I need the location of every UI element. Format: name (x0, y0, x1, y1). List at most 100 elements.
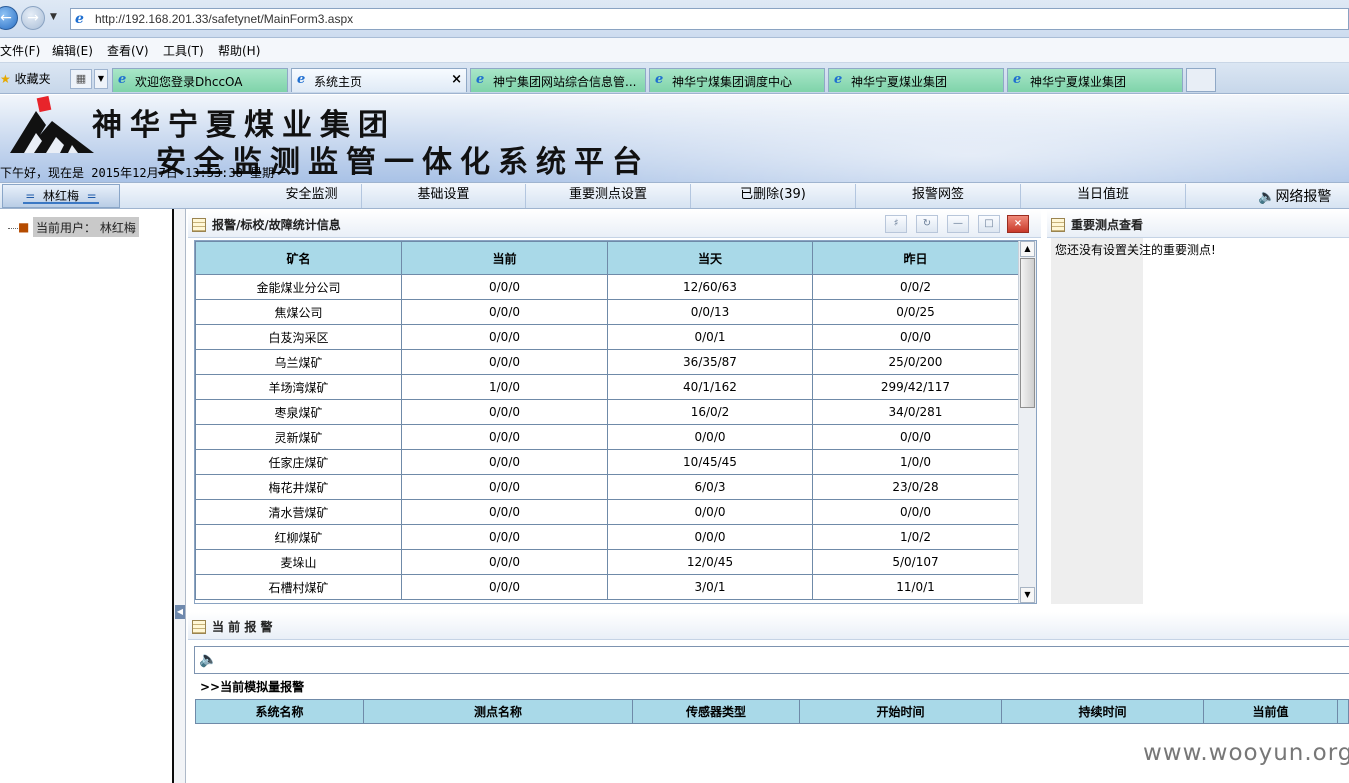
nav-deleted[interactable]: 已删除(39) (691, 184, 856, 208)
browser-tab-2[interactable]: e 系统主页 × (291, 68, 467, 92)
table-cell: 0/0/0 (401, 324, 608, 350)
column-header-sensor-type[interactable]: 传感器类型 (632, 699, 800, 724)
tab-underline (23, 202, 99, 204)
menu-tools[interactable]: 工具(T) (163, 42, 204, 59)
nav-important-points-settings[interactable]: 重要测点设置 (526, 184, 691, 208)
table-row[interactable]: 石槽村煤矿 0/0/0 3/0/1 11/0/1 (195, 574, 1019, 600)
menu-help[interactable]: 帮助(H) (218, 42, 260, 59)
table-row[interactable]: 焦煤公司 0/0/0 0/0/13 0/0/25 (195, 299, 1019, 325)
table-row[interactable]: 任家庄煤矿 0/0/0 10/45/45 1/0/0 (195, 449, 1019, 475)
nav-alarm-signoff[interactable]: 报警网签 (856, 184, 1021, 208)
column-header-system-name[interactable]: 系统名称 (195, 699, 364, 724)
table-cell: 红柳煤矿 (195, 524, 402, 550)
menu-view[interactable]: 查看(V) (107, 42, 149, 59)
notepad-icon (192, 620, 206, 634)
table-row[interactable]: 羊场湾煤矿 1/0/0 40/1/162 299/42/117 (195, 374, 1019, 400)
table-row[interactable]: 清水营煤矿 0/0/0 0/0/0 0/0/0 (195, 499, 1019, 525)
scroll-down-icon[interactable]: ▼ (1020, 587, 1035, 603)
collapse-arrow-icon[interactable]: ◀ (175, 605, 185, 619)
stats-table: 矿名 当前 当天 昨日 金能煤业分公司 0/0/0 12/60/63 0/0/2 焦煤公… (195, 241, 1019, 600)
column-header-extra (1337, 699, 1349, 724)
user-tab[interactable]: = 林红梅 = (2, 184, 120, 208)
current-user-name: 林红梅 (99, 221, 136, 235)
speaker-icon[interactable]: 🔈 (199, 650, 218, 668)
stats-table-container: 矿名 当前 当天 昨日 金能煤业分公司 0/0/0 12/60/63 0/0/2 焦煤公… (194, 240, 1037, 604)
refresh-icon[interactable]: ↻ (916, 215, 938, 233)
column-header-current[interactable]: 当前 (401, 241, 608, 275)
table-row[interactable]: 枣泉煤矿 0/0/0 16/0/2 34/0/281 (195, 399, 1019, 425)
browser-tab-1[interactable]: e 欢迎您登录DhccOA (112, 68, 288, 92)
table-cell: 0/0/0 (812, 499, 1019, 525)
maximize-icon[interactable]: □ (978, 215, 1000, 233)
pane-splitter[interactable]: ◀ (174, 209, 186, 783)
table-row[interactable]: 乌兰煤矿 0/0/0 36/35/87 25/0/200 (195, 349, 1019, 375)
scroll-thumb[interactable] (1020, 258, 1035, 408)
table-cell: 3/0/1 (607, 574, 813, 600)
table-cell: 任家庄煤矿 (195, 449, 402, 475)
browser-tab-3[interactable]: e 神宁集团网站综合信息管... (470, 68, 646, 92)
scroll-up-icon[interactable]: ▲ (1020, 241, 1035, 257)
notepad-icon (192, 218, 206, 232)
alarm-panel-title: 当 前 报 警 (212, 620, 273, 634)
new-tab-button[interactable] (1186, 68, 1216, 92)
column-header-yesterday[interactable]: 昨日 (812, 241, 1019, 275)
table-row[interactable]: 梅花井煤矿 0/0/0 6/0/3 23/0/28 (195, 474, 1019, 500)
table-row[interactable]: 灵新煤矿 0/0/0 0/0/0 0/0/0 (195, 424, 1019, 450)
nav-duty-today[interactable]: 当日值班 (1021, 184, 1186, 208)
stats-panel-title: 报警/标校/故障统计信息 (212, 218, 341, 232)
close-icon[interactable]: × (1007, 215, 1029, 233)
column-header-point-name[interactable]: 测点名称 (363, 699, 633, 724)
column-header-current-value[interactable]: 当前值 (1203, 699, 1338, 724)
forward-button[interactable]: → (21, 6, 45, 30)
table-cell: 焦煤公司 (195, 299, 402, 325)
tab-list-dropdown-icon[interactable]: ▼ (94, 69, 108, 89)
current-user-node[interactable]: 当前用户： 林红梅 (33, 217, 139, 237)
menu-file[interactable]: 文件(F) (0, 42, 40, 59)
column-header-duration[interactable]: 持续时间 (1001, 699, 1204, 724)
nav-safety-monitoring[interactable]: 安全监测 (262, 184, 362, 208)
no-important-points-message: 您还没有设置关注的重要测点! (1055, 243, 1216, 257)
back-button[interactable]: ← (0, 6, 18, 30)
table-row[interactable]: 麦垛山 0/0/0 12/0/45 5/0/107 (195, 549, 1019, 575)
browser-tab-5[interactable]: e 神华宁夏煤业集团 (828, 68, 1004, 92)
close-tab-icon[interactable]: × (451, 72, 462, 87)
table-cell: 羊场湾煤矿 (195, 374, 402, 400)
table-cell: 0/0/0 (401, 349, 608, 375)
quick-tabs-icon[interactable]: ▦ (70, 69, 92, 89)
nav-network-alarm[interactable]: 🔈网络报警 (1258, 186, 1331, 206)
stats-scrollbar[interactable]: ▲ ▼ (1018, 241, 1036, 603)
browser-tab-bar: ★ 收藏夹 ▦ ▼ e 欢迎您登录DhccOA e 系统主页 × e 神宁集团网… (0, 63, 1349, 94)
table-row[interactable]: 金能煤业分公司 0/0/0 12/60/63 0/0/2 (195, 274, 1019, 300)
ie-page-icon: e (476, 72, 485, 87)
pin-icon[interactable]: ♯ (885, 215, 907, 233)
browser-tab-6[interactable]: e 神华宁夏煤业集团 (1007, 68, 1183, 92)
table-cell: 灵新煤矿 (195, 424, 402, 450)
table-cell: 6/0/3 (607, 474, 813, 500)
url-text[interactable]: http://192.168.201.33/safetynet/MainForm… (95, 12, 353, 26)
history-dropdown-icon[interactable]: ▼ (50, 12, 57, 22)
stats-header-row: 矿名 当前 当天 昨日 (195, 241, 1019, 275)
ie-page-icon: e (297, 72, 306, 87)
table-row[interactable]: 红柳煤矿 0/0/0 0/0/0 1/0/2 (195, 524, 1019, 550)
table-cell: 299/42/117 (812, 374, 1019, 400)
menu-edit[interactable]: 编辑(E) (52, 42, 93, 59)
ie-page-icon: e (118, 72, 127, 87)
tab-label: 欢迎您登录DhccOA (135, 75, 243, 89)
table-cell: 0/0/25 (812, 299, 1019, 325)
minimize-icon[interactable]: — (947, 215, 969, 233)
browser-tab-4[interactable]: e 神华宁煤集团调度中心 (649, 68, 825, 92)
table-row[interactable]: 白芨沟采区 0/0/0 0/0/1 0/0/0 (195, 324, 1019, 350)
table-cell: 0/0/1 (607, 324, 813, 350)
table-cell: 0/0/0 (401, 274, 608, 300)
table-cell: 0/0/0 (812, 424, 1019, 450)
tab-decoration-icon: = (86, 189, 97, 203)
column-header-start-time[interactable]: 开始时间 (799, 699, 1002, 724)
table-cell: 乌兰煤矿 (195, 349, 402, 375)
column-header-today[interactable]: 当天 (607, 241, 813, 275)
table-cell: 5/0/107 (812, 549, 1019, 575)
favorites-button[interactable]: ★ 收藏夹 (0, 70, 51, 87)
address-bar[interactable]: e http://192.168.201.33/safetynet/MainFo… (70, 8, 1349, 30)
table-cell: 0/0/0 (401, 399, 608, 425)
column-header-mine[interactable]: 矿名 (195, 241, 402, 275)
nav-basic-settings[interactable]: 基础设置 (362, 184, 526, 208)
